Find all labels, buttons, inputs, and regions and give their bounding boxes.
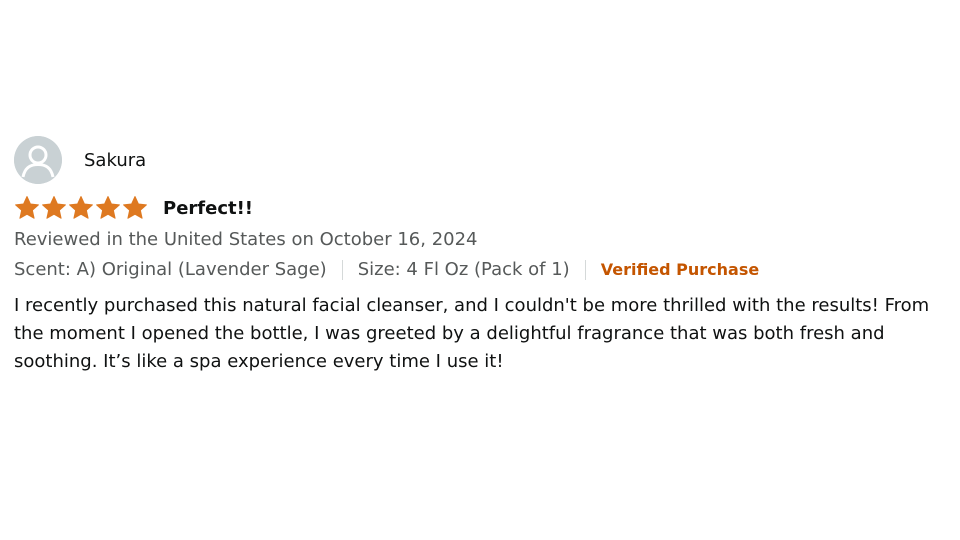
star-rating[interactable] — [14, 195, 149, 221]
review-date: Reviewed in the United States on October… — [14, 229, 478, 250]
scent-variant[interactable]: Scent: A) Original (Lavender Sage) — [14, 256, 327, 284]
review-card: Sakura Perfect!! Reviewed in the United … — [14, 136, 950, 376]
avatar[interactable] — [14, 136, 62, 184]
star-icon — [42, 196, 66, 219]
divider — [584, 260, 586, 280]
user-silhouette-icon — [14, 136, 62, 184]
star-icon — [123, 196, 147, 219]
verified-purchase-badge: Verified Purchase — [600, 260, 760, 279]
star-icon — [96, 196, 120, 219]
review-body: I recently purchased this natural facial… — [14, 295, 930, 372]
star-icon — [15, 196, 39, 219]
reviewer-name[interactable]: Sakura — [84, 150, 146, 171]
reviewer-profile[interactable]: Sakura — [14, 136, 950, 184]
review-format-strip: Scent: A) Original (Lavender Sage) Size:… — [14, 256, 950, 284]
size-variant[interactable]: Size: 4 Fl Oz (Pack of 1) — [358, 256, 570, 284]
review-title[interactable]: Perfect!! — [163, 198, 253, 219]
divider — [341, 260, 343, 280]
star-icon — [69, 196, 93, 219]
rating-row: Perfect!! — [14, 194, 950, 222]
